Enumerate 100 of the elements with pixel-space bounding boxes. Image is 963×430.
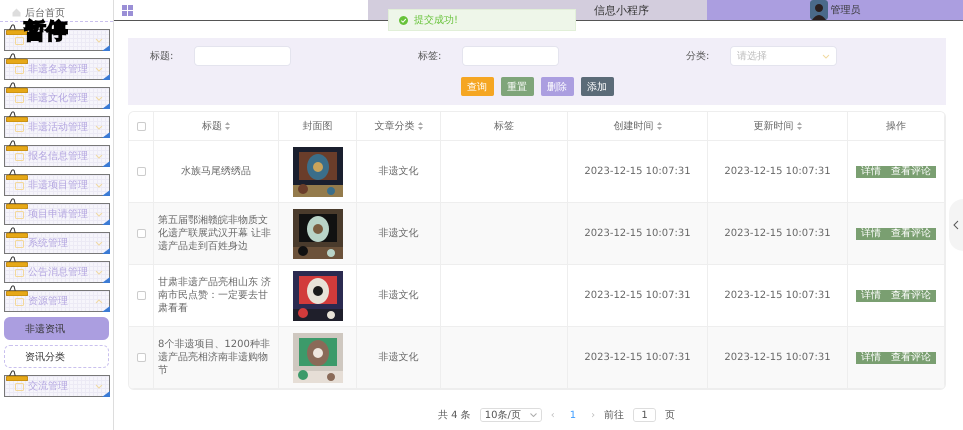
page-unit: 页 (665, 409, 676, 422)
user-name[interactable]: 管理员 (830, 3, 860, 17)
row-action-button[interactable]: 详情 (856, 290, 886, 302)
row-action-button[interactable]: 查看评论 (886, 352, 936, 364)
binder-clip-icon (6, 226, 28, 238)
input-field[interactable] (462, 46, 559, 66)
folder-icon (15, 210, 24, 218)
checkbox[interactable] (136, 167, 146, 176)
header-cell[interactable]: 创建时间 (568, 112, 708, 140)
folder-icon (15, 296, 24, 306)
chevron-icon (530, 413, 537, 417)
binder-clip-icon (6, 369, 28, 381)
checkbox[interactable] (136, 291, 146, 300)
app-title: 信息小程序 (594, 2, 649, 18)
column-header: 封面图 (302, 120, 332, 132)
folder-icon (15, 268, 24, 276)
sidebar-item[interactable]: 非遗项目管理 (4, 174, 110, 196)
sidebar-item[interactable]: 项目申请管理 (4, 203, 110, 225)
binder-clip-icon (6, 81, 28, 93)
folder-icon (15, 238, 24, 248)
sort-icon[interactable] (418, 122, 422, 130)
row-action-button[interactable]: 查看评论 (886, 290, 936, 302)
page-input[interactable]: 1 (633, 408, 656, 422)
sidebar-item[interactable]: 资源管理 (4, 290, 110, 312)
checkbox[interactable] (136, 122, 146, 130)
table-cell-text: 第五届鄂湘赣皖非物质文化遗产联展武汉开幕 让非遗产品走到百姓身边 (158, 214, 272, 253)
folded-corner-icon (102, 391, 110, 397)
table-cell: 非遗文化 (378, 351, 418, 364)
folded-corner-icon (102, 277, 110, 283)
folded-corner-icon (102, 161, 110, 167)
sidebar-item[interactable]: 公告消息管理 (4, 261, 110, 283)
row-action-button[interactable]: 详情 (856, 228, 886, 240)
chevron-icon (95, 124, 103, 130)
action-button[interactable]: 查询 (460, 77, 494, 96)
select-field[interactable]: 请选择 (730, 46, 837, 66)
chevron-icon (95, 154, 103, 158)
sidebar-item[interactable]: 系统管理 (4, 232, 110, 254)
table-cell: 2023-12-15 10:07:31 (584, 351, 691, 364)
sort-icon[interactable] (796, 122, 802, 130)
avatar-icon[interactable] (810, 0, 828, 20)
sidebar-item[interactable]: 非遗名录管理 (4, 58, 110, 80)
next-page-button[interactable]: › (591, 410, 596, 420)
header-cell[interactable]: 文章分类 (357, 112, 441, 140)
submenu-item[interactable]: 资讯分类 (4, 345, 109, 368)
table-cell: 2023-12-15 10:07:31 (584, 289, 691, 302)
table-cell: 2023-12-15 10:07:31 (584, 227, 691, 240)
binder-clip-icon (6, 284, 28, 296)
chevron-icon (95, 384, 103, 388)
header-cell[interactable]: 更新时间 (708, 112, 848, 140)
table-cell-text: 8个非遗项目、1200种非遗产品亮相济南非遗购物节 (158, 338, 271, 377)
collapse-tab[interactable] (949, 199, 963, 251)
prev-page-button[interactable]: ‹ (550, 410, 555, 420)
filter-label: 标签: (418, 50, 442, 63)
sidebar-item[interactable]: 交流管理 (4, 375, 110, 397)
submenu-item[interactable]: 非遗资讯 (4, 317, 109, 340)
chevron-icon (95, 182, 103, 188)
sort-icon[interactable] (656, 122, 662, 130)
folder-icon (15, 180, 24, 190)
binder-clip-icon (6, 110, 28, 122)
column-header: 创建时间 (614, 120, 654, 132)
grid-icon[interactable] (122, 4, 133, 16)
sidebar-item[interactable]: 报名信息管理 (4, 145, 110, 167)
input-field[interactable] (194, 46, 291, 66)
column-header: 操作 (886, 120, 906, 132)
folded-corner-icon (102, 190, 110, 196)
checkbox[interactable] (136, 353, 146, 362)
checkbox[interactable] (136, 229, 146, 238)
column-header: 文章分类 (374, 120, 414, 132)
row-action-button[interactable]: 详情 (856, 166, 886, 178)
sort-icon[interactable] (225, 122, 230, 130)
table-cell: 2023-12-15 10:07:31 (724, 227, 831, 240)
row-action-button[interactable]: 详情 (856, 352, 886, 364)
folder-icon (15, 152, 24, 160)
sidebar-item[interactable]: 非遗活动管理 (4, 116, 110, 138)
home-icon (12, 8, 21, 17)
filter-label: 标题: (150, 50, 174, 63)
folder-icon (15, 36, 24, 44)
row-action-button[interactable]: 查看评论 (886, 166, 936, 178)
action-button[interactable]: 重置 (500, 77, 534, 96)
header-cell[interactable]: 标题 (154, 112, 279, 140)
sidebar-item[interactable]: 非遗文化管理 (4, 87, 110, 109)
action-button[interactable]: 删除 (540, 77, 574, 96)
folder-icon (15, 64, 24, 74)
chevron-icon (95, 38, 103, 42)
filter-label: 分类: (686, 50, 710, 63)
table-cell: 2023-12-15 10:07:31 (724, 165, 831, 178)
table-cell: 非遗文化 (378, 165, 418, 178)
chevron-icon (95, 96, 103, 100)
binder-clip-icon (6, 197, 28, 209)
column-header: 标题 (202, 120, 222, 132)
binder-clip-icon (6, 255, 28, 267)
folded-corner-icon (102, 306, 110, 312)
row-action-button[interactable]: 查看评论 (886, 228, 936, 240)
chevron-icon (822, 54, 830, 58)
column-header: 更新时间 (754, 120, 794, 132)
goto-label: 前往 (604, 408, 624, 422)
check-circle-icon (399, 16, 408, 24)
action-button[interactable]: 添加 (580, 77, 614, 96)
page-number[interactable]: 1 (564, 410, 582, 420)
page-size-select[interactable]: 10条/页 (480, 408, 542, 422)
